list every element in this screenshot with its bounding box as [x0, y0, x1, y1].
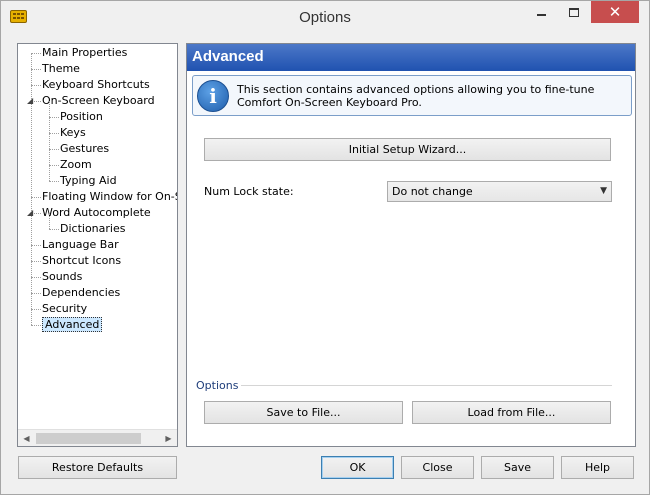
numlock-value: Do not change: [392, 185, 473, 198]
tree-branch-line: [31, 293, 41, 294]
save-button[interactable]: Save: [481, 456, 554, 479]
initial-setup-wizard-button[interactable]: Initial Setup Wizard...: [204, 138, 611, 161]
tree-item-typing-aid[interactable]: Typing Aid: [60, 173, 117, 189]
tree-item-position[interactable]: Position: [60, 109, 103, 125]
tree-item-shortcut-icons[interactable]: Shortcut Icons: [42, 253, 121, 269]
tree-branch-line: [49, 165, 59, 166]
tree-item-label: Gestures: [60, 142, 110, 155]
info-icon: i: [197, 80, 229, 112]
options-group-title: Options: [196, 379, 239, 392]
tree-branch-line: [31, 53, 41, 54]
save-to-file-button[interactable]: Save to File...: [204, 401, 403, 424]
minimize-button[interactable]: [526, 1, 556, 23]
tree-item-label: Shortcut Icons: [42, 254, 122, 267]
tree-item-label: Security: [42, 302, 88, 315]
expand-arrow-icon[interactable]: ◢: [27, 96, 33, 105]
advanced-panel: Advanced i This section contains advance…: [186, 43, 636, 447]
tree-item-label: Language Bar: [42, 238, 119, 251]
tree-connector-line: [31, 53, 32, 325]
tree-item-label: Zoom: [60, 158, 92, 171]
info-text: This section contains advanced options a…: [237, 83, 595, 109]
tree-branch-line: [31, 245, 41, 246]
tree-branch-line: [31, 261, 41, 262]
expand-arrow-icon[interactable]: ◢: [27, 208, 33, 217]
tree-item-dictionaries[interactable]: Dictionaries: [60, 221, 125, 237]
tree-sub-connector-line: [49, 213, 50, 229]
scroll-thumb[interactable]: [36, 433, 141, 444]
tree-item-advanced[interactable]: Advanced: [42, 317, 103, 333]
restore-defaults-button[interactable]: Restore Defaults: [18, 456, 177, 479]
load-from-file-button[interactable]: Load from File...: [412, 401, 611, 424]
tree-item-keyboard-shortcuts[interactable]: Keyboard Shortcuts: [42, 77, 150, 93]
tree-item-label: Dependencies: [42, 286, 121, 299]
maximize-button[interactable]: [559, 1, 589, 23]
tree-branch-line: [31, 277, 41, 278]
chevron-down-icon: ▼: [600, 186, 607, 196]
tree-branch-line: [31, 325, 41, 326]
tree-item-label: Advanced: [42, 317, 103, 332]
tree-branch-line: [31, 85, 41, 86]
tree-item-label: Keys: [60, 126, 86, 139]
help-button[interactable]: Help: [561, 456, 634, 479]
tree-item-label: Word Autocomplete: [42, 206, 151, 219]
tree-item-keys[interactable]: Keys: [60, 125, 86, 141]
tree-item-label: Keyboard Shortcuts: [42, 78, 150, 91]
options-window: Options ✕ ◀ ▶ Main Properties Theme Keyboa…: [0, 0, 650, 495]
tree-branch-line: [31, 197, 41, 198]
tree-item-security[interactable]: Security: [42, 301, 87, 317]
tree-sub-connector-line: [49, 117, 50, 133]
ok-button[interactable]: OK: [321, 456, 394, 479]
tree-item-floating-window-for-on-scre[interactable]: Floating Window for On-Scre: [42, 189, 177, 205]
options-tree[interactable]: ◀ ▶ Main Properties Theme Keyboard Shortcu…: [17, 43, 178, 447]
tree-sub-connector-line: [49, 101, 50, 117]
tree-branch-line: [31, 69, 41, 70]
tree-sub-connector-line: [49, 165, 50, 181]
scroll-left-icon[interactable]: ◀: [18, 430, 35, 446]
minimize-icon: [536, 14, 546, 16]
options-group-divider: [241, 385, 612, 386]
info-box: i This section contains advanced options…: [192, 75, 632, 116]
close-button[interactable]: Close: [401, 456, 474, 479]
tree-branch-line: [49, 117, 59, 118]
tree-item-dependencies[interactable]: Dependencies: [42, 285, 120, 301]
tree-branch-line: [31, 309, 41, 310]
title-bar[interactable]: Options ✕: [1, 1, 649, 35]
tree-item-label: Sounds: [42, 270, 83, 283]
tree-item-label: Floating Window for On-Scre: [42, 190, 177, 203]
tree-branch-line: [49, 149, 59, 150]
tree-horizontal-scrollbar[interactable]: ◀ ▶: [18, 429, 177, 446]
maximize-icon: [569, 7, 579, 17]
close-window-button[interactable]: ✕: [591, 1, 639, 23]
tree-item-label: Position: [60, 110, 103, 123]
tree-item-label: Typing Aid: [60, 174, 117, 187]
close-icon: ✕: [608, 3, 622, 21]
tree-branch-line: [49, 229, 59, 230]
tree-item-zoom[interactable]: Zoom: [60, 157, 92, 173]
tree-item-main-properties[interactable]: Main Properties: [42, 45, 127, 61]
tree-item-label: On-Screen Keyboard: [42, 94, 155, 107]
tree-sub-connector-line: [49, 149, 50, 165]
tree-item-gestures[interactable]: Gestures: [60, 141, 109, 157]
tree-item-sounds[interactable]: Sounds: [42, 269, 82, 285]
tree-item-label: Dictionaries: [60, 222, 126, 235]
tree-item-on-screen-keyboard[interactable]: On-Screen Keyboard: [42, 93, 155, 109]
tree-item-language-bar[interactable]: Language Bar: [42, 237, 119, 253]
tree-item-label: Main Properties: [42, 46, 128, 59]
tree-branch-line: [49, 133, 59, 134]
tree-item-word-autocomplete[interactable]: Word Autocomplete: [42, 205, 151, 221]
tree-sub-connector-line: [49, 133, 50, 149]
scroll-right-icon[interactable]: ▶: [160, 430, 177, 446]
numlock-label: Num Lock state:: [204, 185, 294, 198]
tree-item-label: Theme: [42, 62, 80, 75]
numlock-select[interactable]: Do not change ▼: [387, 181, 612, 202]
tree-branch-line: [49, 181, 59, 182]
tree-item-theme[interactable]: Theme: [42, 61, 80, 77]
panel-title: Advanced: [187, 44, 635, 71]
